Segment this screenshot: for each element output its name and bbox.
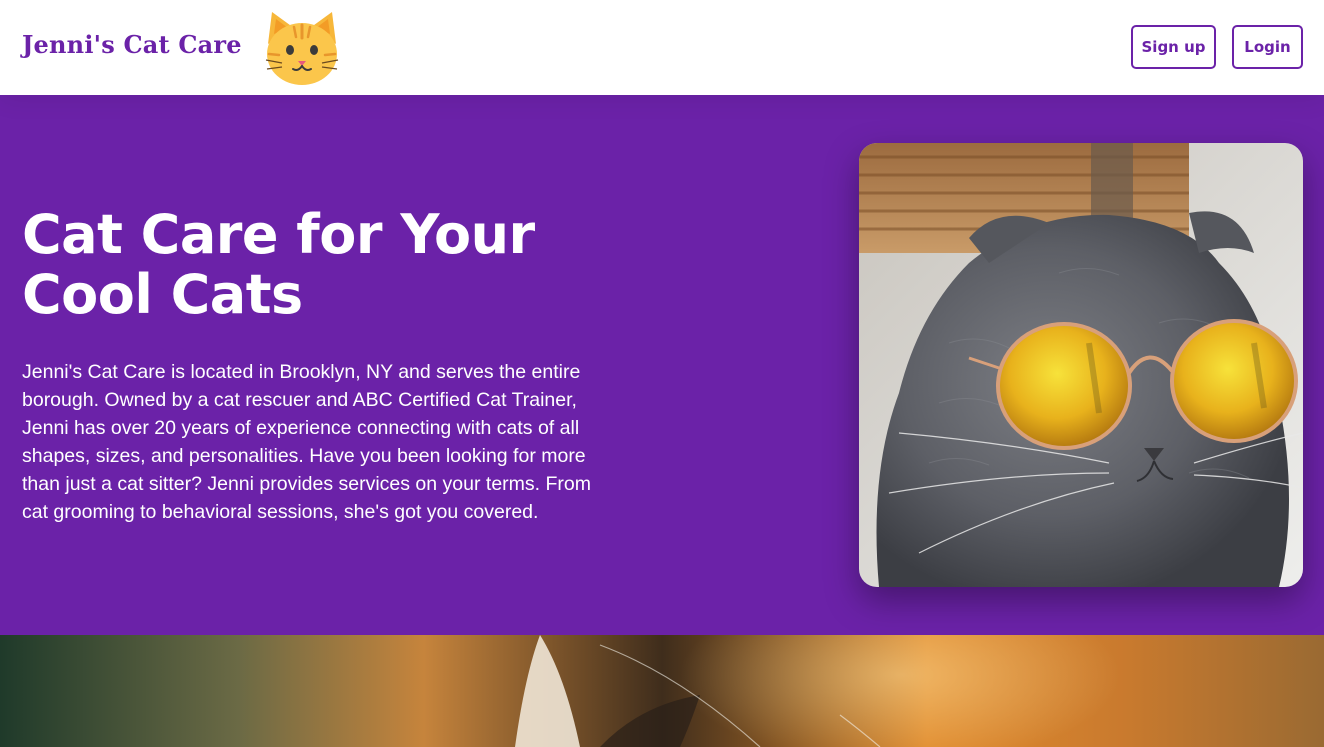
hero-description: Jenni's Cat Care is located in Brooklyn,… [22, 361, 591, 523]
login-button[interactable]: Login [1232, 25, 1303, 69]
signup-button[interactable]: Sign up [1131, 25, 1216, 69]
hero-title: Cat Care for Your Cool Cats [22, 203, 535, 326]
brand-name[interactable]: Jenni's Cat Care [22, 29, 242, 61]
hero-section: Cat Care for Your Cool Cats Jenni's Cat … [0, 95, 1324, 635]
cat-face-icon [262, 8, 342, 88]
hero-cat-photo [859, 143, 1303, 587]
lower-photo-band [0, 635, 1324, 747]
site-header: Jenni's Cat Care Sign up Login [0, 0, 1324, 95]
